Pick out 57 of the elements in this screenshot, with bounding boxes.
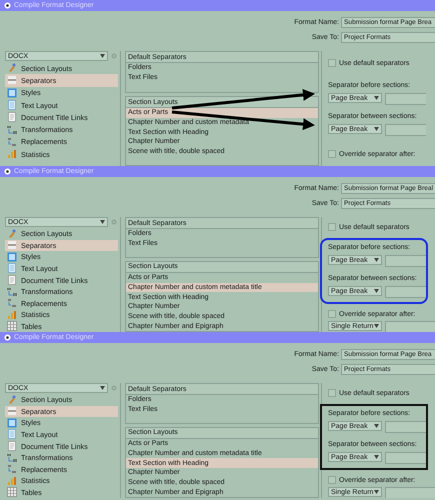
document-icon (7, 441, 17, 452)
caret-icon (100, 54, 105, 58)
quote-arrow-icon (7, 286, 17, 297)
caret-icon (374, 127, 379, 131)
caret-icon (100, 386, 105, 390)
checkbox[interactable] (328, 476, 336, 484)
table-icon (7, 487, 17, 498)
table-icon (7, 321, 17, 332)
app-icon (4, 334, 11, 341)
bar-chart-icon (7, 149, 17, 160)
app-icon (4, 2, 11, 9)
separator-icon (7, 240, 17, 250)
separator-icon (7, 406, 17, 416)
caret-icon (100, 220, 105, 224)
bar-chart-icon (7, 476, 17, 486)
caret-icon (374, 455, 379, 459)
input-field[interactable] (385, 124, 426, 136)
replace-icon (7, 136, 17, 147)
replace-icon (7, 298, 17, 308)
settings-icon[interactable] (111, 53, 117, 59)
page-icon (7, 263, 17, 274)
input-field[interactable] (385, 421, 426, 433)
caret-icon (374, 258, 379, 262)
caret-icon (374, 490, 379, 494)
document-icon (7, 275, 17, 286)
caret-icon (374, 96, 379, 100)
input-field[interactable] (385, 487, 435, 498)
brush-icon (7, 228, 17, 239)
caret-icon (374, 289, 379, 293)
page-icon (7, 429, 17, 440)
quote-arrow-icon (7, 124, 17, 135)
input-field[interactable] (385, 286, 426, 298)
brush-icon (7, 63, 17, 74)
separator-icon (7, 75, 17, 86)
input-field[interactable] (385, 321, 435, 332)
checkbox[interactable] (328, 310, 336, 318)
settings-icon[interactable] (111, 385, 117, 391)
checkbox[interactable] (328, 389, 336, 397)
page-icon (7, 100, 17, 110)
brush-icon (7, 394, 17, 405)
app-icon (4, 168, 11, 175)
caret-icon (374, 324, 379, 328)
styles-icon (7, 418, 17, 428)
bar-chart-icon (7, 310, 17, 320)
input-field[interactable] (385, 255, 426, 267)
styles-icon (7, 88, 17, 98)
checkbox[interactable] (328, 150, 336, 158)
styles-icon (7, 252, 17, 262)
settings-icon[interactable] (111, 219, 117, 225)
checkbox[interactable] (328, 223, 336, 231)
caret-icon (374, 424, 379, 428)
quote-arrow-icon (7, 452, 17, 463)
replace-icon (7, 464, 17, 474)
input-field[interactable] (385, 93, 426, 105)
checkbox[interactable] (328, 59, 336, 67)
document-icon (7, 112, 17, 122)
input-field[interactable] (385, 452, 426, 464)
